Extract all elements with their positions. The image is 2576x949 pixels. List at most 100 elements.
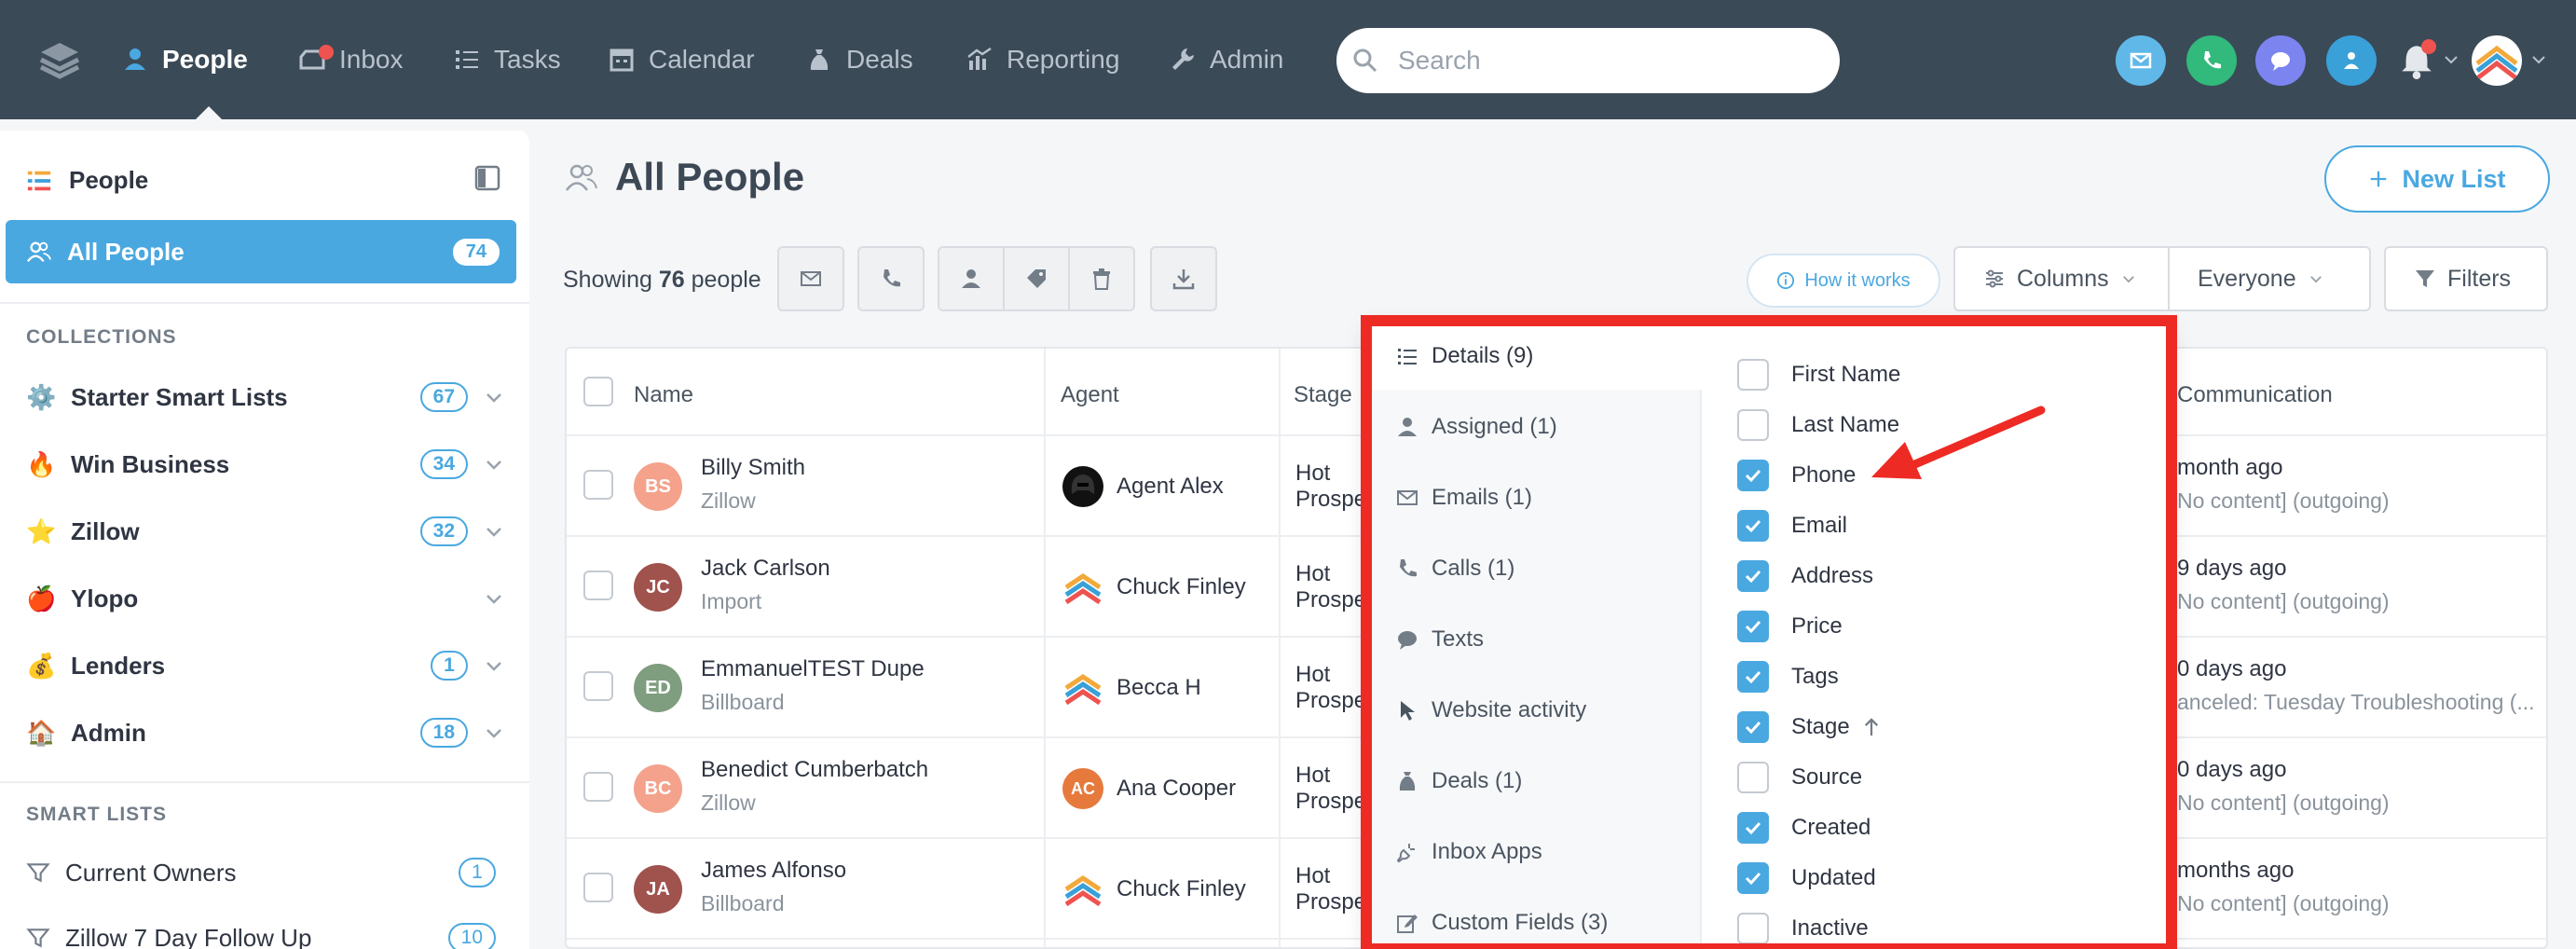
row-checkbox[interactable] <box>583 772 613 802</box>
checkbox[interactable] <box>1737 359 1769 391</box>
nav-people[interactable]: People <box>121 0 248 119</box>
column-option-phone[interactable]: Phone <box>1737 457 1856 494</box>
column-option-updated[interactable]: Updated <box>1737 860 1876 897</box>
column-option-address[interactable]: Address <box>1737 557 1873 595</box>
stage-value[interactable]: Hot Prospe <box>1295 763 1366 815</box>
phone-button[interactable] <box>2186 35 2237 86</box>
chevron-down-icon[interactable] <box>483 386 505 408</box>
page-title-text: All People <box>615 155 805 199</box>
stage-value[interactable]: Hot Prospe <box>1295 461 1366 513</box>
category-inbox-apps[interactable]: Inbox Apps <box>1368 818 1702 886</box>
nav-deals[interactable]: Deals <box>805 0 913 119</box>
sidebar-item-lenders[interactable]: 💰 Lenders 1 <box>26 647 511 684</box>
nav-admin[interactable]: Admin <box>1169 0 1283 119</box>
checkbox[interactable] <box>1737 762 1769 793</box>
column-header-communication[interactable]: Communication <box>2177 382 2333 408</box>
column-option-created[interactable]: Created <box>1737 809 1870 846</box>
export-button[interactable] <box>1150 246 1217 311</box>
nav-reporting[interactable]: Reporting <box>966 0 1119 119</box>
checkbox-checked[interactable] <box>1737 711 1769 743</box>
sidebar-item-zillow[interactable]: ⭐ Zillow 32 <box>26 513 511 550</box>
everyone-dropdown[interactable]: Everyone <box>2168 246 2371 311</box>
sort-up-arrow-icon[interactable] <box>1863 716 1880 738</box>
tag-button[interactable] <box>1003 246 1070 311</box>
column-header-agent[interactable]: Agent <box>1061 382 1119 408</box>
checkbox-checked[interactable] <box>1737 560 1769 592</box>
checkbox[interactable] <box>1737 409 1769 441</box>
chevron-down-icon[interactable] <box>483 587 505 610</box>
person-name[interactable]: James Alfonso <box>701 858 846 884</box>
how-it-works-button[interactable]: How it works <box>1747 254 1940 308</box>
sidebar-item-current-owners[interactable]: Current Owners 1 <box>26 854 511 891</box>
chevron-down-icon[interactable] <box>483 520 505 543</box>
sidebar-item-ylopo[interactable]: 🍎 Ylopo <box>26 580 511 617</box>
checkbox-checked[interactable] <box>1737 812 1769 844</box>
column-option-email[interactable]: Email <box>1737 507 1847 544</box>
person-name[interactable]: Billy Smith <box>701 455 805 481</box>
nav-inbox[interactable]: Inbox <box>298 0 404 119</box>
stage-value[interactable]: Hot Prospe <box>1295 863 1366 915</box>
assign-button[interactable] <box>938 246 1005 311</box>
column-option-first-name[interactable]: First Name <box>1737 356 1900 393</box>
columns-button[interactable]: Columns <box>1953 246 2170 311</box>
category-details[interactable]: Details (9) <box>1368 323 1704 390</box>
star-icon: ⭐ <box>26 516 57 545</box>
delete-button[interactable] <box>1068 246 1135 311</box>
chat-button[interactable] <box>2255 35 2306 86</box>
sidebar-item-all-people[interactable]: All People 74 <box>6 220 516 283</box>
chevron-down-icon[interactable] <box>483 453 505 475</box>
person-name[interactable]: Benedict Cumberbatch <box>701 757 928 783</box>
column-option-price[interactable]: Price <box>1737 608 1843 645</box>
person-name[interactable]: Jack Carlson <box>701 556 830 582</box>
category-texts[interactable]: Texts <box>1368 606 1702 673</box>
sidebar-item-win-business[interactable]: 🔥 Win Business 34 <box>26 446 511 483</box>
collapse-sidebar-icon[interactable] <box>473 164 501 192</box>
everyone-label: Everyone <box>2198 265 2296 292</box>
select-all-checkbox[interactable] <box>583 377 613 406</box>
search-input[interactable] <box>1336 28 1840 93</box>
row-checkbox[interactable] <box>583 873 613 902</box>
email-button[interactable] <box>2116 35 2166 86</box>
checkbox-checked[interactable] <box>1737 460 1769 491</box>
sidebar-item-starter-smart-lists[interactable]: ⚙️ Starter Smart Lists 67 <box>26 378 511 416</box>
contacts-button[interactable] <box>2326 35 2377 86</box>
stage-value[interactable]: Hot Prospe <box>1295 561 1366 613</box>
column-option-inactive[interactable]: Inactive <box>1737 910 1869 947</box>
column-option-stage[interactable]: Stage <box>1737 708 1880 746</box>
row-checkbox[interactable] <box>583 470 613 500</box>
category-calls[interactable]: Calls (1) <box>1368 535 1702 602</box>
checkbox-checked[interactable] <box>1737 510 1769 542</box>
filters-button[interactable]: Filters <box>2384 246 2548 311</box>
nav-calendar[interactable]: Calendar <box>608 0 755 119</box>
column-option-last-name[interactable]: Last Name <box>1737 406 1899 444</box>
user-avatar[interactable] <box>2472 35 2522 86</box>
column-header-stage[interactable]: Stage <box>1294 382 1352 408</box>
chevron-down-icon[interactable] <box>2531 54 2546 65</box>
new-list-button[interactable]: New List <box>2324 145 2550 213</box>
checkbox-checked[interactable] <box>1737 611 1769 642</box>
category-website-activity[interactable]: Website activity <box>1368 677 1702 744</box>
sidebar-item-zillow-follow-up[interactable]: Zillow 7 Day Follow Up 10 <box>26 919 511 949</box>
checkbox[interactable] <box>1737 913 1769 944</box>
chevron-down-icon[interactable] <box>2444 54 2459 65</box>
category-assigned[interactable]: Assigned (1) <box>1368 393 1702 461</box>
bulk-call-button[interactable] <box>857 246 925 311</box>
row-checkbox[interactable] <box>583 671 613 701</box>
column-header-name[interactable]: Name <box>634 382 693 408</box>
nav-tasks[interactable]: Tasks <box>453 0 561 119</box>
sidebar-item-admin[interactable]: 🏠 Admin 18 <box>26 714 511 751</box>
checkbox-checked[interactable] <box>1737 661 1769 693</box>
person-name[interactable]: EmmanuelTEST Dupe <box>701 656 925 682</box>
chevron-down-icon[interactable] <box>483 722 505 744</box>
app-logo-icon[interactable] <box>37 37 82 82</box>
chevron-down-icon[interactable] <box>483 654 505 677</box>
category-deals[interactable]: Deals (1) <box>1368 748 1702 815</box>
bulk-email-button[interactable] <box>777 246 844 311</box>
category-custom-fields[interactable]: Custom Fields (3) <box>1368 889 1702 949</box>
row-checkbox[interactable] <box>583 571 613 600</box>
column-option-source[interactable]: Source <box>1737 759 1862 796</box>
column-option-tags[interactable]: Tags <box>1737 658 1839 695</box>
stage-value[interactable]: Hot Prospe <box>1295 662 1366 714</box>
checkbox-checked[interactable] <box>1737 862 1769 894</box>
category-emails[interactable]: Emails (1) <box>1368 464 1702 531</box>
